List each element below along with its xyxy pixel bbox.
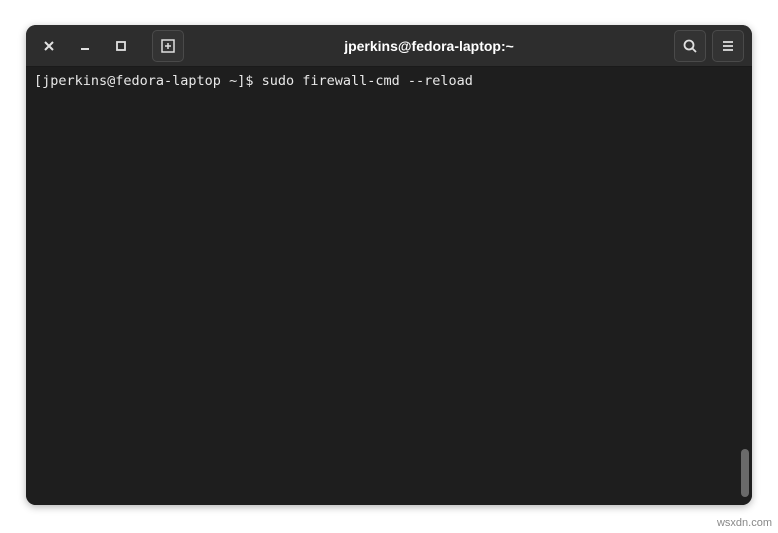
titlebar: jperkins@fedora-laptop:~ (26, 25, 752, 67)
titlebar-controls-left (34, 30, 184, 62)
titlebar-controls-right (674, 30, 744, 62)
new-tab-icon (160, 38, 176, 54)
maximize-button[interactable] (106, 31, 136, 61)
close-icon (42, 39, 56, 53)
prompt: [jperkins@fedora-laptop ~]$ (34, 73, 262, 89)
watermark: wsxdn.com (717, 517, 772, 529)
minimize-button[interactable] (70, 31, 100, 61)
terminal-window: jperkins@fedora-laptop:~ [jperkins@fedor… (26, 25, 752, 505)
window-title: jperkins@fedora-laptop:~ (184, 38, 674, 54)
new-tab-button[interactable] (152, 30, 184, 62)
search-icon (682, 38, 698, 54)
menu-button[interactable] (712, 30, 744, 62)
maximize-icon (114, 39, 128, 53)
terminal-body[interactable]: [jperkins@fedora-laptop ~]$ sudo firewal… (26, 67, 752, 505)
scrollbar[interactable] (741, 449, 749, 497)
terminal-line: [jperkins@fedora-laptop ~]$ sudo firewal… (34, 73, 744, 91)
minimize-icon (78, 39, 92, 53)
search-button[interactable] (674, 30, 706, 62)
close-button[interactable] (34, 31, 64, 61)
command-text: sudo firewall-cmd --reload (262, 73, 473, 89)
hamburger-icon (720, 38, 736, 54)
